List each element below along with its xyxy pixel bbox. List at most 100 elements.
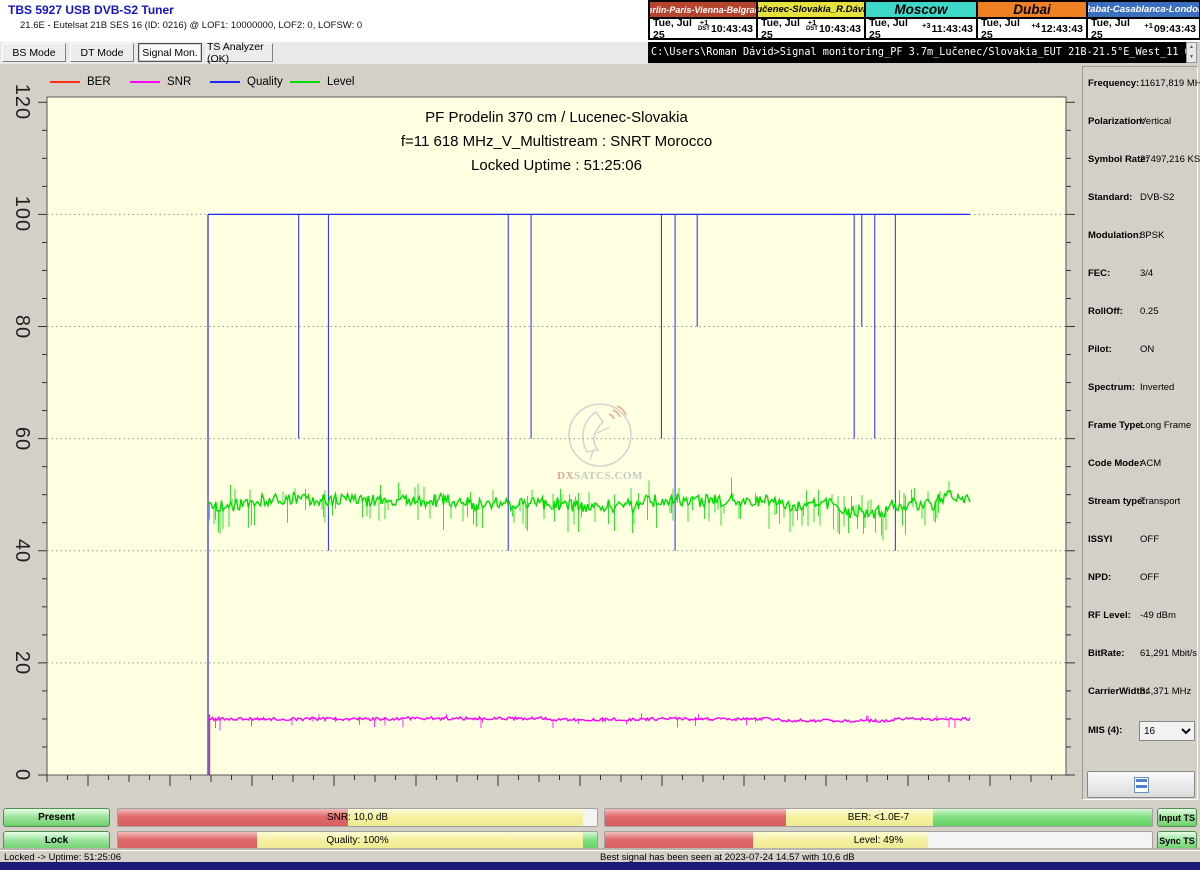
clock-date: Tue, Jul 25 [869,17,921,41]
clock-rabat-casablanca-london: Rabat-Casablanca-LondonTue, Jul 25+109:4… [1088,2,1199,38]
clock-date: Tue, Jul 25 [981,17,1030,41]
legend-item-snr: SNR [130,74,210,90]
legend-label: SNR [167,76,191,88]
svg-text:DXSATCS.COM: DXSATCS.COM [557,470,643,482]
bar-value-text: BER: <1.0E-7 [605,809,1152,826]
clock-utc-offset: +1DST [806,19,818,33]
input-ts-button[interactable]: Input TS [1157,808,1197,827]
clock-hms: 12:43:43 [1041,23,1083,35]
clock-hms: 10:43:43 [711,23,753,35]
legend-item-level: Level [290,74,370,90]
param-value: 0.25 [1140,306,1159,317]
offset-value: +1 [1144,22,1153,30]
ts-list-button[interactable] [1087,771,1195,798]
app-window: TBS 5927 USB DVB-S2 Tuner 21.6E - Eutels… [0,0,1200,870]
y-axis-label-120: 120 [10,80,34,124]
chart-title-line1: PF Prodelin 370 cm / Lucenec-Slovakia [47,106,1066,130]
param-label: RollOff: [1088,306,1123,317]
param-value: DVB-S2 [1140,192,1174,203]
dst-flag: DST [806,26,818,32]
clock-utc-offset: +4 [1031,22,1040,30]
console-spinner[interactable]: ▲ ▼ [1186,42,1197,63]
present-button[interactable]: Present [3,808,110,827]
param-value: 34,371 MHz [1140,686,1191,697]
clock-dubai: DubaiTue, Jul 25+412:43:43 [978,2,1088,38]
param-value: OFF [1140,534,1159,545]
param-label: ISSYI [1088,534,1112,545]
lock-button[interactable]: Lock [3,831,110,850]
console-path: C:\Users\Roman Dávid>Signal monitoring_P… [648,42,1186,63]
param-value: 8PSK [1140,230,1164,241]
param-label: BitRate: [1088,648,1124,659]
world-clocks: Berlin-Paris-Vienna-BelgradeTue, Jul 25+… [648,0,1200,40]
clock-hms: 10:43:43 [819,23,861,35]
clock-date: Tue, Jul 25 [761,17,805,41]
chart-title-uptime: Locked Uptime : 51:25:06 [47,154,1066,178]
clock-utc-offset: +3 [922,22,931,30]
indicator-bar-right: Level: 49% [604,831,1153,850]
indicator-bar-left: Quality: 100% [117,831,598,850]
clock-moscow: MoscowTue, Jul 25+311:43:43 [866,2,978,38]
clock-utc-offset: +1 [1144,22,1153,30]
legend-line-swatch [210,81,240,83]
param-value: 61,291 Mbit/s [1140,648,1197,659]
tab-signal-mon-[interactable]: Signal Mon. [138,43,202,62]
tab-bs-mode[interactable]: BS Mode [2,43,66,62]
offset-value: +1 [808,19,817,27]
indicator-row-1: Present SNR: 10,0 dB BER: <1.0E-7 Input TS [0,808,1200,827]
legend-item-ber: BER [50,74,130,90]
chart-title-line2: f=11 618 MHz_V_Multistream : SNRT Morocc… [47,130,1066,154]
mode-tabstrip: BS ModeDT ModeSignal Mon.TS Analyzer (OK… [0,42,648,64]
header: TBS 5927 USB DVB-S2 Tuner 21.6E - Eutels… [0,0,1200,42]
dst-flag: DST [698,26,710,32]
param-label: Frequency: [1088,78,1139,89]
indicator-bar-right: BER: <1.0E-7 [604,808,1153,827]
param-value: Transport [1140,496,1180,507]
mis-select[interactable]: 16 [1139,721,1195,741]
param-value: ACM [1140,458,1161,469]
y-axis-label-20: 20 [10,641,34,685]
param-label: FEC: [1088,268,1110,279]
tab-dt-mode[interactable]: DT Mode [70,43,134,62]
clock-date: Tue, Jul 25 [1091,17,1143,41]
clock-hms: 09:43:43 [1154,23,1196,35]
tuner-subtitle: 21.6E - Eutelsat 21B SES 16 (ID: 0216) @… [20,20,362,31]
y-axis-label-40: 40 [10,529,34,573]
spinner-up-icon[interactable]: ▲ [1187,43,1196,53]
legend-line-swatch [130,81,160,83]
param-label: NPD: [1088,572,1111,583]
legend-label: BER [87,76,111,88]
sync-ts-button[interactable]: Sync TS [1157,831,1197,850]
app-title: TBS 5927 USB DVB-S2 Tuner [8,3,174,17]
bar-value-text: Level: 49% [605,832,1152,849]
mis-label: MIS (4): [1088,725,1122,736]
tab-ts-analyzer-ok-[interactable]: TS Analyzer (OK) [206,43,273,62]
legend-label: Level [327,76,355,88]
legend-item-quality: Quality [210,74,290,90]
signal-chart-panel: BER SNR Quality Level DXSATCS.COM PF Prodel… [0,64,1080,806]
spinner-down-icon[interactable]: ▼ [1187,53,1196,63]
y-axis-label-80: 80 [10,305,34,349]
param-value: OFF [1140,572,1159,583]
indicator-row-2: Lock Quality: 100% Level: 49% Sync TS [0,831,1200,850]
clock-time: Tue, Jul 25+109:43:43 [1088,19,1199,38]
param-value: -49 dBm [1140,610,1176,621]
bar-value-text: Quality: 100% [118,832,597,849]
param-label: Polarization: [1088,116,1145,127]
param-label: Frame Type: [1088,420,1144,431]
clock-berlin-paris-vienna-belgrade: Berlin-Paris-Vienna-BelgradeTue, Jul 25+… [650,2,758,38]
param-label: Pilot: [1088,344,1112,355]
y-axis-label-0: 0 [10,753,34,797]
param-label: Code Mode: [1088,458,1142,469]
chart-legend: BER SNR Quality Level [50,74,370,90]
bar-value-text: SNR: 10,0 dB [118,809,597,826]
legend-line-swatch [50,81,80,83]
clock-time: Tue, Jul 25+412:43:43 [978,19,1086,38]
y-axis-label-60: 60 [10,417,34,461]
indicator-bar-left: SNR: 10,0 dB [117,808,598,827]
legend-label: Quality [247,76,283,88]
param-value: Inverted [1140,382,1174,393]
clock-date: Tue, Jul 25 [653,17,697,41]
offset-value: +1 [700,19,709,27]
clock-hms: 11:43:43 [932,23,973,35]
